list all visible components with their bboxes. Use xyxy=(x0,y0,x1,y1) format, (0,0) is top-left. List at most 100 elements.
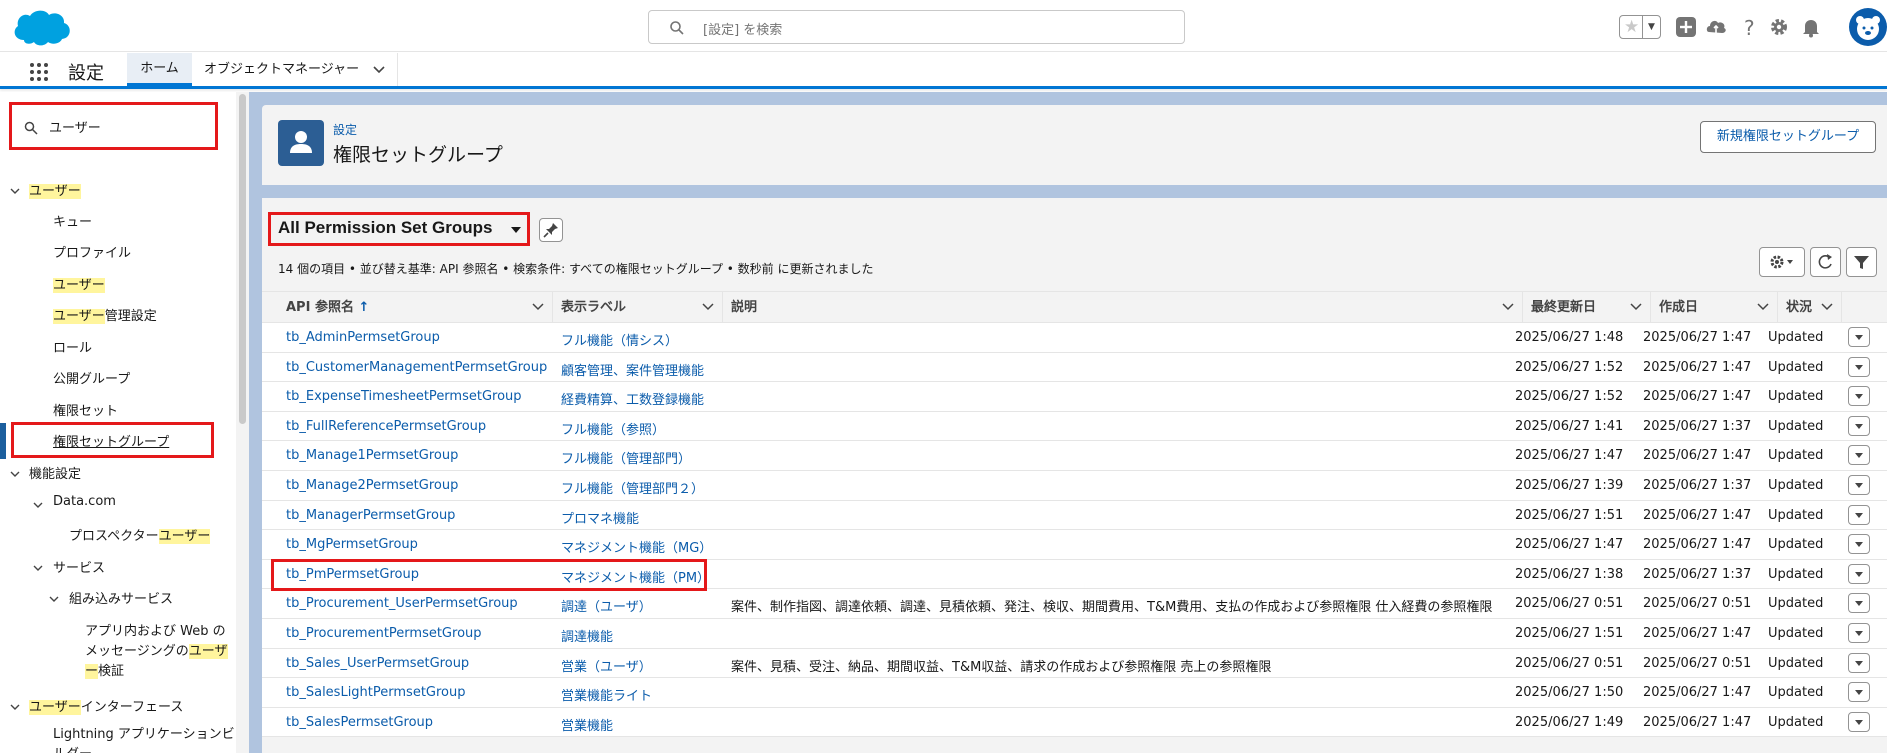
cell-label[interactable]: フル機能（管理部門２） xyxy=(561,478,704,497)
cell-label[interactable]: マネジメント機能（MG） xyxy=(561,537,712,556)
quick-find-search[interactable]: ユーザー xyxy=(9,102,218,150)
sidebar-item-users[interactable]: ユーザー xyxy=(53,274,105,293)
table-row[interactable]: tb_Manage1PermsetGroup フル機能（管理部門） 2025/06/… xyxy=(262,441,1887,471)
refresh-button[interactable] xyxy=(1810,247,1841,277)
sidebar-item-messaging-user-verification[interactable]: アプリ内および Web の メッセージングのユーザ ー検証 xyxy=(85,622,228,682)
cell-label[interactable]: 調達機能 xyxy=(561,626,613,645)
chevron-down-icon[interactable] xyxy=(1502,302,1514,312)
sidebar-item-prospector-users[interactable]: プロスペクターユーザー xyxy=(69,525,211,544)
table-row[interactable]: tb_AdminPermsetGroup フル機能（情シス） 2025/06/27 … xyxy=(262,323,1887,353)
chevron-down-icon[interactable] xyxy=(532,302,544,312)
column-header-label[interactable]: 表示ラベル xyxy=(553,292,723,323)
chevron-down-icon[interactable] xyxy=(373,65,385,75)
row-actions-button[interactable] xyxy=(1848,593,1870,614)
cell-label[interactable]: 調達（ユーザ） xyxy=(561,596,652,615)
row-actions-button[interactable] xyxy=(1848,682,1870,703)
salesforce-logo[interactable] xyxy=(10,6,74,48)
table-row[interactable]: tb_SalesPermsetGroup 営業機能 2025/06/27 1:49 2… xyxy=(262,707,1887,738)
notifications-bell-icon[interactable] xyxy=(1800,16,1822,38)
column-header-api-name[interactable]: API 参照名 ↑ xyxy=(262,292,553,323)
setup-gear-icon[interactable] xyxy=(1768,16,1790,38)
cell-label[interactable]: フル機能（管理部門） xyxy=(561,448,691,467)
row-actions-button[interactable] xyxy=(1848,386,1870,407)
row-actions-button[interactable] xyxy=(1848,711,1870,732)
cell-label[interactable]: 経費精算、工数登録機能 xyxy=(561,389,704,408)
cell-api-name[interactable]: tb_Procurement_UserPermsetGroup xyxy=(286,596,518,611)
cell-api-name[interactable]: tb_AdminPermsetGroup xyxy=(286,330,440,345)
column-header-created[interactable]: 作成日 xyxy=(1651,292,1778,323)
table-row[interactable]: tb_Procurement_UserPermsetGroup 調達（ユーザ） 案件… xyxy=(262,589,1887,619)
row-actions-button[interactable] xyxy=(1848,445,1870,466)
chevron-down-icon[interactable] xyxy=(9,468,21,480)
list-settings-button[interactable] xyxy=(1759,247,1805,277)
cell-api-name[interactable]: tb_SalesLightPermsetGroup xyxy=(286,685,466,700)
row-actions-button[interactable] xyxy=(1848,563,1870,584)
breadcrumb[interactable]: 設定 xyxy=(333,121,357,138)
column-header-last-modified[interactable]: 最終更新日 xyxy=(1523,292,1651,323)
cell-label[interactable]: プロマネ機能 xyxy=(561,508,639,527)
sidebar-item-lightning-app-builder[interactable]: Lightning アプリケーションビ ルダー xyxy=(53,725,235,753)
help-icon[interactable]: ? xyxy=(1738,16,1760,38)
chevron-down-icon[interactable] xyxy=(9,185,21,197)
add-icon[interactable] xyxy=(1675,16,1697,38)
chevron-down-icon[interactable] xyxy=(1821,302,1833,312)
cell-api-name[interactable]: tb_ManagerPermsetGroup xyxy=(286,508,455,523)
row-actions-button[interactable] xyxy=(1848,504,1870,525)
chevron-down-icon[interactable] xyxy=(32,562,44,574)
table-row[interactable]: tb_CustomerManagementPermsetGroup 顧客管理、案件… xyxy=(262,352,1887,383)
table-row[interactable]: tb_ManagerPermsetGroup プロマネ機能 2025/06/27 1… xyxy=(262,500,1887,531)
sidebar-item-roles[interactable]: ロール xyxy=(53,337,92,356)
sidebar-item-permission-sets[interactable]: 権限セット xyxy=(53,400,118,419)
chevron-down-icon[interactable] xyxy=(1757,302,1769,312)
cell-api-name[interactable]: tb_CustomerManagementPermsetGroup xyxy=(286,360,547,375)
row-actions-button[interactable] xyxy=(1848,475,1870,495)
cell-api-name[interactable]: tb_FullReferencePermsetGroup xyxy=(286,419,486,434)
sidebar-item-public-groups[interactable]: 公開グループ xyxy=(53,368,130,387)
table-row[interactable]: tb_ProcurementPermsetGroup 調達機能 2025/06/27… xyxy=(262,619,1887,649)
sidebar-item-queues[interactable]: キュー xyxy=(53,211,92,230)
cell-api-name[interactable]: tb_ExpenseTimesheetPermsetGroup xyxy=(286,389,522,404)
tab-home[interactable]: ホーム xyxy=(127,53,192,86)
column-header-status[interactable]: 状況 xyxy=(1778,292,1842,323)
table-row[interactable]: tb_FullReferencePermsetGroup フル機能（参照） 2025… xyxy=(262,411,1887,442)
sidebar-item-feature-settings[interactable]: 機能設定 xyxy=(29,463,81,482)
row-actions-button[interactable] xyxy=(1848,623,1870,643)
cell-api-name[interactable]: tb_ProcurementPermsetGroup xyxy=(286,626,482,641)
cell-api-name[interactable]: tb_Sales_UserPermsetGroup xyxy=(286,656,469,671)
cell-api-name[interactable]: tb_Manage2PermsetGroup xyxy=(286,478,458,493)
favorites-button[interactable]: ★ ▼ xyxy=(1619,15,1661,39)
sidebar-scrollbar-thumb[interactable] xyxy=(239,94,246,424)
sidebar-item-users-group[interactable]: ユーザー xyxy=(29,180,81,199)
list-view-name[interactable]: All Permission Set Groups xyxy=(278,218,492,238)
sidebar-item-user-management-settings[interactable]: ユーザー管理設定 xyxy=(53,305,157,324)
chevron-down-icon[interactable] xyxy=(702,302,714,312)
chevron-down-icon[interactable] xyxy=(1630,302,1642,312)
favorites-dropdown-icon[interactable]: ▼ xyxy=(1642,16,1660,38)
cell-label[interactable]: 営業（ユーザ） xyxy=(561,656,652,675)
cell-api-name[interactable]: tb_Manage1PermsetGroup xyxy=(286,448,458,463)
sidebar-item-embedded-service[interactable]: 組み込みサービス xyxy=(69,588,173,607)
avatar[interactable] xyxy=(1849,8,1887,46)
cell-label[interactable]: 営業機能 xyxy=(561,715,613,734)
table-row[interactable]: tb_Sales_UserPermsetGroup 営業（ユーザ） 案件、見積、受注… xyxy=(262,648,1887,679)
sidebar-item-datacom[interactable]: Data.com xyxy=(53,494,116,509)
filter-button[interactable] xyxy=(1846,247,1877,277)
cell-api-name[interactable]: tb_SalesPermsetGroup xyxy=(286,715,433,730)
trailhead-icon[interactable] xyxy=(1705,16,1727,38)
tab-object-manager[interactable]: オブジェクトマネージャー xyxy=(194,53,398,86)
cell-api-name[interactable]: tb_MgPermsetGroup xyxy=(286,537,418,552)
sidebar-item-permission-set-groups[interactable]: 権限セットグループ xyxy=(53,431,169,450)
row-actions-button[interactable] xyxy=(1848,652,1870,673)
new-permission-set-group-button[interactable]: 新規権限セットグループ xyxy=(1700,121,1876,153)
sidebar-item-profiles[interactable]: プロファイル xyxy=(53,242,131,261)
app-launcher-icon[interactable] xyxy=(29,62,49,82)
chevron-down-icon[interactable] xyxy=(48,593,60,605)
sidebar-item-service[interactable]: サービス xyxy=(53,557,105,576)
table-row[interactable]: tb_SalesLightPermsetGroup 営業機能ライト 2025/06/… xyxy=(262,678,1887,708)
sidebar-item-user-interface[interactable]: ユーザーインターフェース xyxy=(29,696,183,715)
row-actions-button[interactable] xyxy=(1848,356,1870,377)
row-actions-button[interactable] xyxy=(1848,415,1870,436)
cell-label[interactable]: フル機能（情シス） xyxy=(561,330,678,349)
pin-list-view-button[interactable] xyxy=(539,218,563,242)
cell-label[interactable]: 顧客管理、案件管理機能 xyxy=(561,360,704,379)
